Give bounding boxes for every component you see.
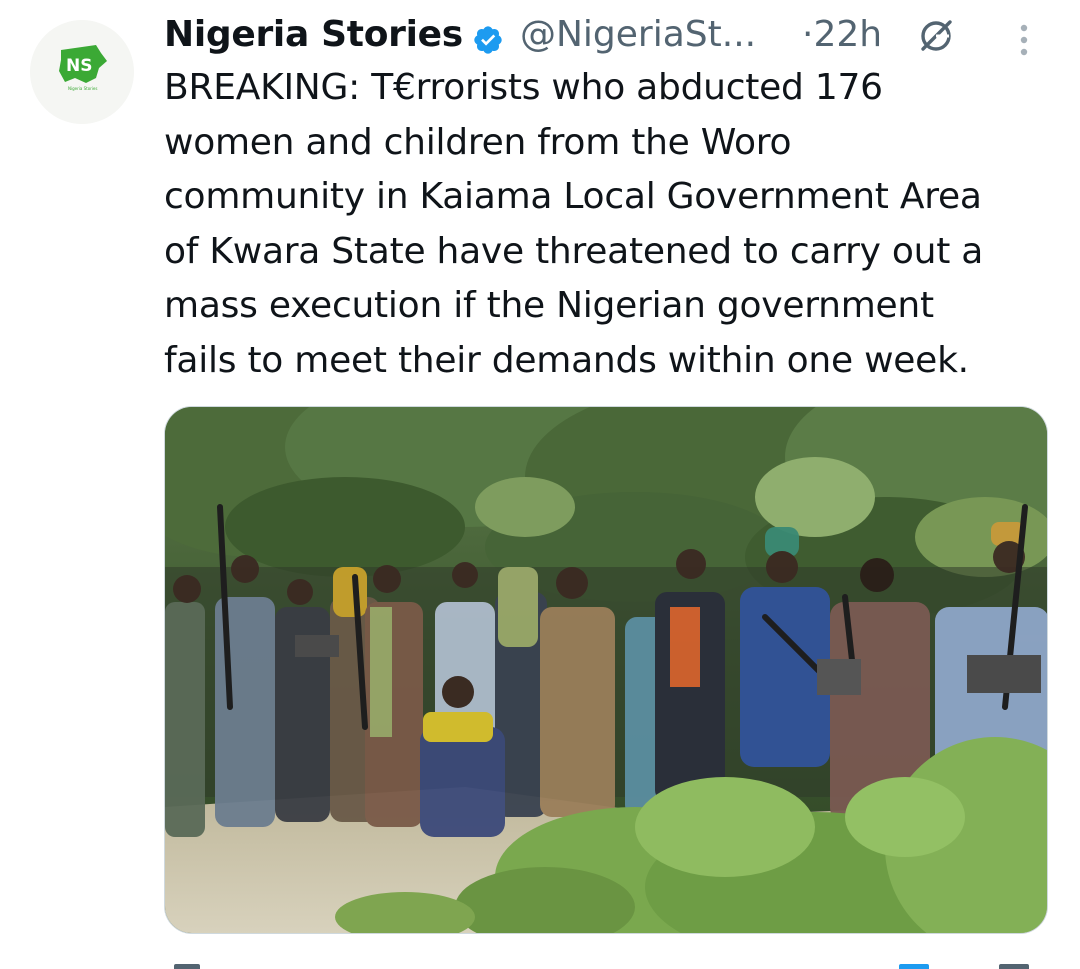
grok-icon[interactable] xyxy=(916,16,956,56)
tweet-text-line: BREAKING: T€rrorists who abducted 176 xyxy=(164,67,883,108)
avatar-logo-text: NS xyxy=(66,56,92,76)
tweet-action-bar xyxy=(164,962,1054,969)
reply-icon[interactable] xyxy=(174,964,200,969)
verified-badge-icon xyxy=(472,20,504,54)
photo-armed-group-under-trees xyxy=(165,407,1047,933)
grok-analytics-icon[interactable] xyxy=(899,964,929,969)
tweet-timestamp[interactable]: ·22h xyxy=(802,10,882,60)
share-icon[interactable] xyxy=(999,964,1029,969)
tweet-text-line: mass execution if the Nigerian governmen… xyxy=(164,285,934,326)
author-name[interactable]: Nigeria Stories xyxy=(164,10,463,60)
tweet-text-line: community in Kaiama Local Government Are… xyxy=(164,176,982,217)
author-avatar[interactable]: NS Nigeria Stories xyxy=(30,20,134,124)
tweet-text: BREAKING: T€rrorists who abducted 176 wo… xyxy=(164,61,1054,388)
tweet-header: Nigeria Stories @NigeriaSt... ·22h xyxy=(164,10,1064,60)
author-handle[interactable]: @NigeriaSt... xyxy=(520,10,756,60)
tweet-text-line: fails to meet their demands within one w… xyxy=(164,339,969,381)
tweet-text-line: of Kwara State have threatened to carry … xyxy=(164,230,984,272)
tweet-text-line: women and children from the Woro xyxy=(164,121,792,163)
avatar-logo-subtext: Nigeria Stories xyxy=(68,86,97,91)
tweet-media-photo[interactable] xyxy=(164,406,1048,934)
tweet[interactable]: NS Nigeria Stories Nigeria Stories @Nige… xyxy=(0,0,1080,969)
more-options-icon[interactable] xyxy=(1004,20,1044,60)
